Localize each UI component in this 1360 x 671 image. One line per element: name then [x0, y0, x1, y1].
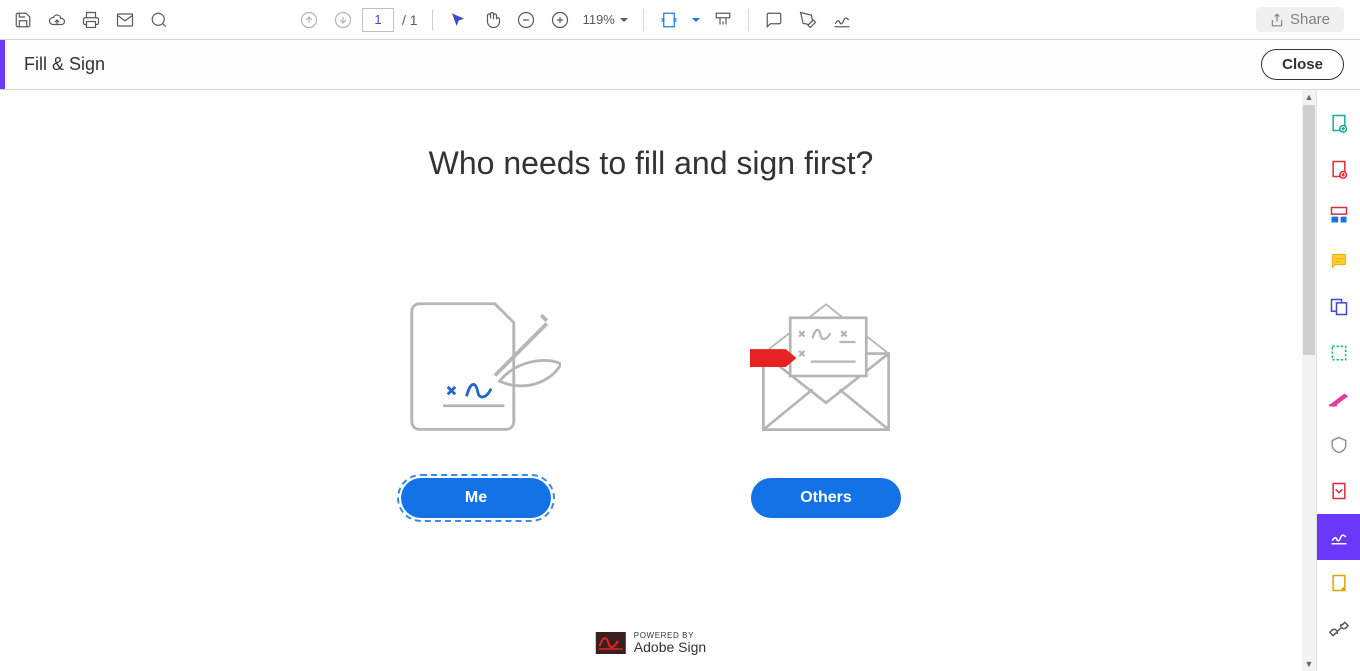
- page-down-icon[interactable]: [328, 5, 358, 35]
- separator-3: [748, 9, 749, 31]
- hand-tool-icon[interactable]: [477, 5, 507, 35]
- combine-files-tool-icon[interactable]: [1317, 284, 1360, 330]
- top-toolbar: / 1 119% Share: [0, 0, 1360, 40]
- selection-tool-icon[interactable]: [443, 5, 473, 35]
- read-mode-icon[interactable]: [708, 5, 738, 35]
- share-button[interactable]: Share: [1256, 7, 1344, 32]
- close-button[interactable]: Close: [1261, 49, 1344, 80]
- fill-sign-title: Fill & Sign: [24, 54, 105, 75]
- others-button[interactable]: Others: [751, 478, 901, 518]
- options-row: Me: [391, 292, 911, 518]
- separator-1: [432, 9, 433, 31]
- send-for-signature-tool-icon[interactable]: [1317, 560, 1360, 606]
- create-pdf-tool-icon[interactable]: [1317, 100, 1360, 146]
- separator-2: [643, 9, 644, 31]
- main-wrap: Who needs to fill and sign first?: [0, 90, 1360, 671]
- fit-width-icon[interactable]: [654, 5, 684, 35]
- organize-pages-tool-icon[interactable]: [1317, 330, 1360, 376]
- illustration-others: [741, 292, 911, 442]
- page-total-label: / 1: [398, 12, 422, 28]
- compress-tool-icon[interactable]: [1317, 468, 1360, 514]
- right-tools-sidebar: [1316, 90, 1360, 671]
- zoom-select[interactable]: 119%: [579, 12, 633, 27]
- option-others: Others: [741, 292, 911, 518]
- powered-by-adobe-sign: POWERED BY Adobe Sign: [596, 632, 706, 655]
- scroll-up-icon[interactable]: ▲: [1302, 90, 1316, 104]
- fill-sign-toolbar: Fill & Sign Close: [0, 40, 1360, 90]
- find-icon[interactable]: [144, 5, 174, 35]
- powered-brand: Adobe Sign: [634, 640, 706, 655]
- highlight-icon[interactable]: [793, 5, 823, 35]
- headline: Who needs to fill and sign first?: [429, 145, 874, 182]
- edit-pdf-tool-icon[interactable]: [1317, 192, 1360, 238]
- more-tools-icon[interactable]: [1317, 606, 1360, 652]
- fit-width-chevron-icon[interactable]: [688, 5, 704, 35]
- page-up-icon[interactable]: [294, 5, 324, 35]
- email-icon[interactable]: [110, 5, 140, 35]
- illustration-me: [391, 292, 561, 442]
- vertical-scrollbar[interactable]: ▲ ▼: [1302, 90, 1316, 671]
- export-pdf-tool-icon[interactable]: [1317, 146, 1360, 192]
- zoom-value: 119%: [583, 12, 615, 27]
- zoom-out-icon[interactable]: [511, 5, 541, 35]
- sign-icon[interactable]: [827, 5, 857, 35]
- accent-strip: [0, 40, 5, 89]
- comment-icon[interactable]: [759, 5, 789, 35]
- save-icon[interactable]: [8, 5, 38, 35]
- comment-tool-icon[interactable]: [1317, 238, 1360, 284]
- main-content: Who needs to fill and sign first?: [0, 90, 1302, 671]
- share-label: Share: [1290, 11, 1330, 28]
- scroll-down-icon[interactable]: ▼: [1302, 657, 1316, 671]
- redact-tool-icon[interactable]: [1317, 376, 1360, 422]
- protect-tool-icon[interactable]: [1317, 422, 1360, 468]
- fill-sign-tool-icon[interactable]: [1317, 514, 1360, 560]
- option-me: Me: [391, 292, 561, 518]
- cloud-upload-icon[interactable]: [42, 5, 72, 35]
- me-button[interactable]: Me: [401, 478, 551, 518]
- page-number-input[interactable]: [362, 8, 394, 32]
- print-icon[interactable]: [76, 5, 106, 35]
- adobe-sign-logo: [596, 632, 626, 654]
- zoom-in-icon[interactable]: [545, 5, 575, 35]
